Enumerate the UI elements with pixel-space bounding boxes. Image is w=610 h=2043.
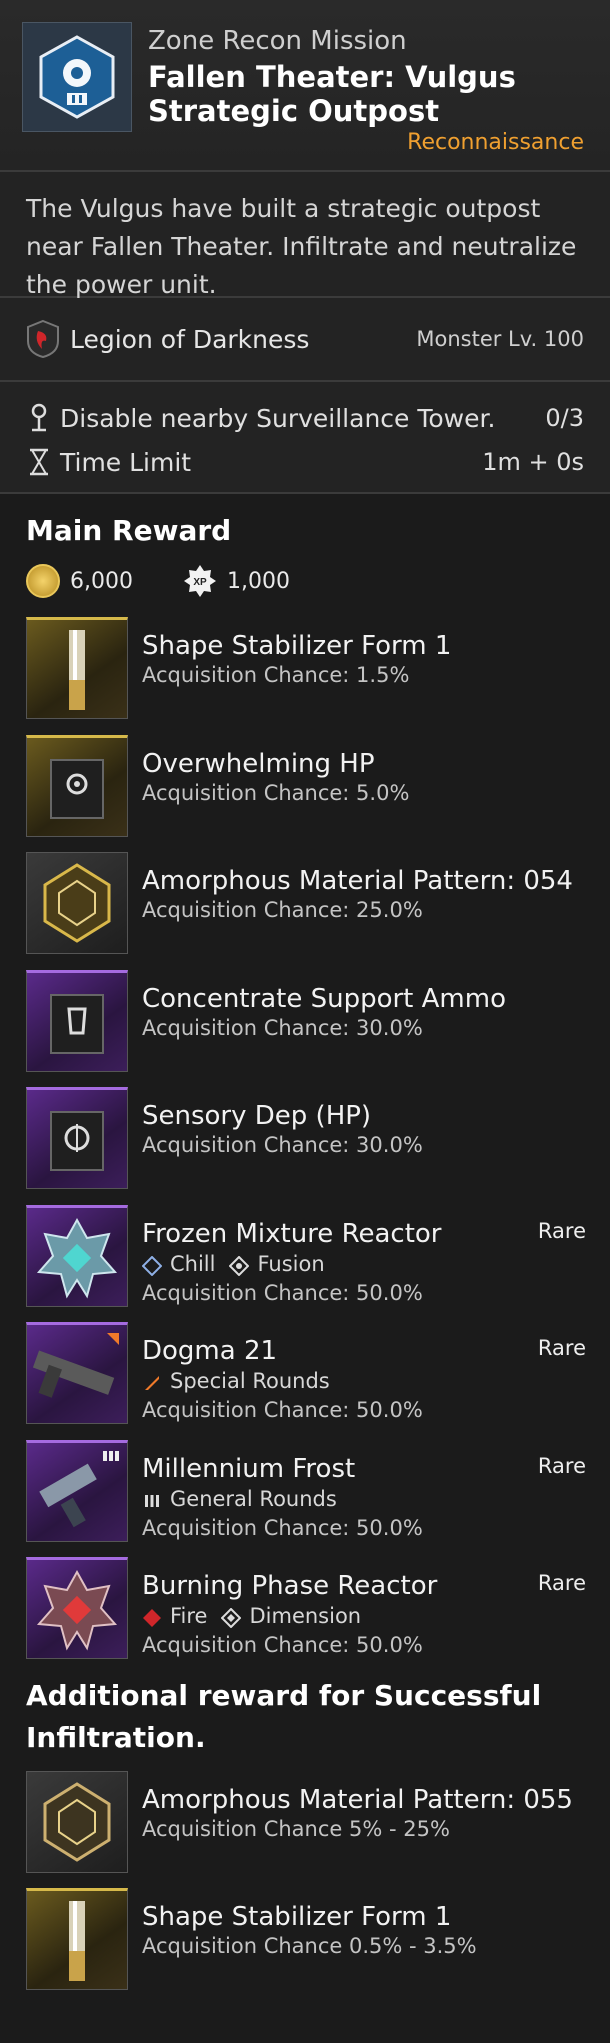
faction-name: Legion of Darkness — [70, 324, 310, 354]
faction-row: Legion of Darkness Monster Lv. 100 — [0, 298, 610, 380]
reward-item[interactable]: Overwhelming HP Acquisition Chance: 5.0% — [0, 734, 610, 853]
reward-item[interactable]: Shape Stabilizer Form 1 Acquisition Chan… — [0, 617, 610, 735]
module-item-icon — [26, 969, 128, 1072]
mission-header: Zone Recon Mission Fallen Theater: Vulgu… — [0, 0, 610, 170]
mission-title: Fallen Theater: Vulgus Strategic Outpost — [148, 60, 516, 128]
reward-name: Amorphous Material Pattern: 054 — [142, 866, 573, 896]
module-item-icon — [26, 734, 128, 837]
special-rounds-icon — [142, 1371, 162, 1391]
reward-chance: Acquisition Chance: 30.0% — [142, 1015, 423, 1040]
reward-name: Millennium Frost — [142, 1453, 356, 1484]
rarity-label: Rare — [537, 1336, 586, 1360]
reward-chance: Acquisition Chance: 50.0% — [142, 1633, 423, 1657]
reward-chance: Acquisition Chance: 1.5% — [142, 663, 410, 687]
objective-row: Time Limit 1m + 0s — [26, 440, 584, 484]
weapon-item-icon — [26, 1439, 128, 1542]
objective-text: Disable nearby Surveillance Tower. — [60, 403, 496, 433]
reward-item[interactable]: Shape Stabilizer Form 1 Acquisition Chan… — [0, 1888, 610, 2006]
reward-chance: Acquisition Chance: 30.0% — [142, 1133, 423, 1157]
reward-tag: Special Rounds — [170, 1369, 330, 1393]
reward-name: Shape Stabilizer Form 1 — [142, 631, 452, 661]
reward-item[interactable]: Millennium Frost General Rounds Acquisit… — [0, 1439, 610, 1558]
reward-item[interactable]: Amorphous Material Pattern: 054 Acquisit… — [0, 852, 610, 970]
weapon-item-icon — [26, 1322, 128, 1424]
xp-badge-label: XP — [193, 577, 207, 588]
reward-item[interactable]: Dogma 21 Special Rounds Acquisition Chan… — [0, 1322, 610, 1440]
reward-name: Frozen Mixture Reactor — [142, 1218, 442, 1249]
reward-chance: Acquisition Chance: 50.0% — [142, 1515, 423, 1540]
monster-level: Monster Lv. 100 — [416, 327, 584, 351]
stabilizer-item-icon — [26, 1888, 128, 1990]
mission-subtitle: Zone Recon Mission — [148, 26, 407, 56]
amorphous-pattern-icon — [26, 852, 128, 954]
gold-amount: 6,000 — [70, 568, 133, 594]
location-pin-icon — [26, 402, 52, 434]
rarity-label: Rare — [537, 1571, 586, 1595]
reward-chance: Acquisition Chance: 25.0% — [142, 898, 423, 922]
objective-row: Disable nearby Surveillance Tower. 0/3 — [26, 396, 584, 440]
legion-emblem-icon — [26, 319, 60, 359]
currency-row: 6,000 XP 1,000 — [0, 557, 610, 605]
reward-name: Amorphous Material Pattern: 055 — [142, 1784, 573, 1815]
module-item-icon — [26, 1087, 128, 1189]
mission-target-icon — [22, 22, 132, 132]
reward-chance: Acquisition Chance: 50.0% — [142, 1398, 423, 1422]
reward-item[interactable]: Amorphous Material Pattern: 055 Acquisit… — [0, 1770, 610, 1889]
reward-item[interactable]: Concentrate Support Ammo Acquisition Cha… — [0, 969, 610, 1088]
additional-reward-title: Additional reward for Successful Infiltr… — [26, 1678, 542, 1754]
main-reward-title: Main Reward — [26, 514, 232, 547]
reward-name: Burning Phase Reactor — [142, 1571, 438, 1601]
amorphous-pattern-icon — [26, 1770, 128, 1873]
reward-name: Overwhelming HP — [142, 748, 375, 779]
time-limit-value: 1m + 0s — [482, 448, 584, 476]
dimension-icon — [221, 1606, 242, 1629]
reward-tag: Chill — [170, 1251, 216, 1276]
xp-amount: 1,000 — [226, 568, 290, 594]
time-limit-label: Time Limit — [60, 447, 192, 477]
reward-item[interactable]: Burning Phase Reactor Fire Dimension Acq… — [0, 1557, 610, 1675]
xp-icon: XP — [183, 564, 217, 598]
fusion-icon — [229, 1254, 250, 1276]
chill-icon — [141, 1254, 163, 1276]
stabilizer-item-icon — [26, 617, 128, 719]
reward-tag: Fusion — [257, 1251, 325, 1276]
reactor-item-icon — [26, 1557, 128, 1659]
general-rounds-icon — [142, 1489, 162, 1509]
rarity-label: Rare — [537, 1453, 586, 1478]
mission-type: Reconnaissance — [407, 130, 584, 155]
reward-chance: Acquisition Chance: 5.0% — [142, 780, 410, 805]
gold-coin-icon — [26, 564, 60, 598]
objective-progress: 0/3 — [545, 404, 584, 432]
rarity-label: Rare — [537, 1218, 586, 1243]
mission-panel: Zone Recon Mission Fallen Theater: Vulgu… — [0, 0, 610, 2043]
reward-chance: Acquisition Chance: 50.0% — [142, 1280, 423, 1305]
reward-tag: General Rounds — [170, 1486, 337, 1511]
objectives-list: Disable nearby Surveillance Tower. 0/3 T… — [0, 382, 610, 492]
reactor-item-icon — [26, 1204, 128, 1307]
reward-tag: Fire — [170, 1604, 208, 1628]
reward-name: Concentrate Support Ammo — [142, 983, 506, 1014]
reward-tag: Dimension — [249, 1604, 362, 1628]
reward-name: Dogma 21 — [142, 1336, 278, 1366]
reward-chance: Acquisition Chance 0.5% - 3.5% — [142, 1934, 477, 1958]
reward-name: Sensory Dep (HP) — [142, 1101, 372, 1131]
reward-name: Shape Stabilizer Form 1 — [142, 1902, 452, 1932]
hourglass-icon — [26, 446, 52, 478]
mission-description: The Vulgus have built a strategic outpos… — [0, 172, 610, 299]
reward-item[interactable]: Frozen Mixture Reactor Chill Fusion Acqu… — [0, 1204, 610, 1323]
reward-chance: Acquisition Chance 5% - 25% — [142, 1816, 450, 1841]
reward-item[interactable]: Sensory Dep (HP) Acquisition Chance: 30.… — [0, 1087, 610, 1205]
fire-icon — [142, 1606, 162, 1627]
